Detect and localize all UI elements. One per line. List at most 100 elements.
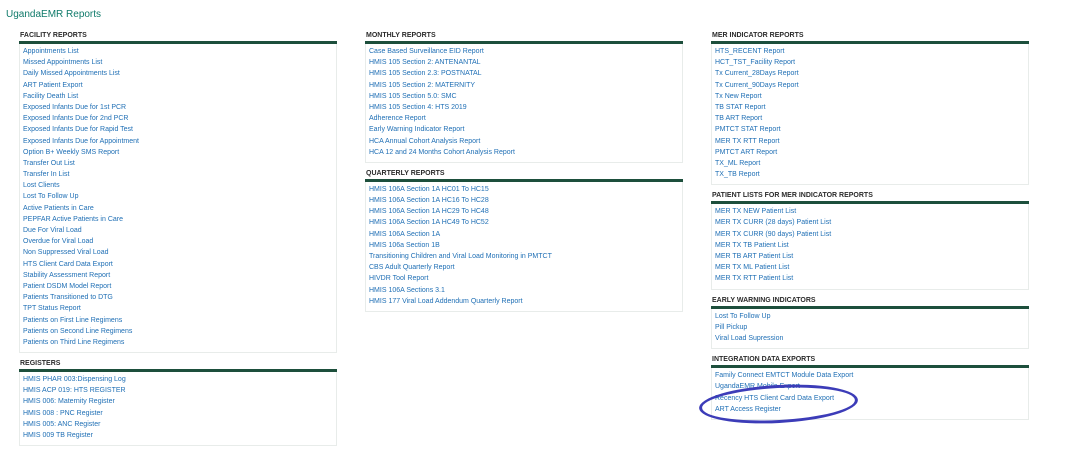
patient-lists-header: PATIENT LISTS FOR MER INDICATOR REPORTS	[711, 191, 1029, 205]
report-link-hct-tst-facility-report[interactable]: HCT_TST_Facility Report	[712, 57, 1028, 68]
patient-lists-list: MER TX NEW Patient List MER TX CURR (28 d…	[711, 204, 1029, 290]
report-link-stability-assessment-report[interactable]: Stability Assessment Report	[20, 270, 336, 281]
monthly-reports-list: Case Based Surveillance EID Report HMIS 1…	[365, 44, 683, 163]
report-link-mer-tx-rtt-report[interactable]: MER TX RTT Report	[712, 136, 1028, 147]
report-link-mer-tx-new-patient-list[interactable]: MER TX NEW Patient List	[712, 206, 1028, 217]
report-link-mer-tx-tb-patient-list[interactable]: MER TX TB Patient List	[712, 240, 1028, 251]
report-link-mer-tx-curr-90-days-patient-list[interactable]: MER TX CURR (90 days) Patient List	[712, 229, 1028, 240]
report-link-active-patients-in-care[interactable]: Active Patients in Care	[20, 203, 336, 214]
report-link-overdue-for-viral-load[interactable]: Overdue for Viral Load	[20, 236, 336, 247]
report-link-tx-current-28days-report[interactable]: Tx Current_28Days Report	[712, 68, 1028, 79]
report-link-hmis-105-section-2-3-postnatal[interactable]: HMIS 105 Section 2.3: POSTNATAL	[366, 68, 682, 79]
report-link-viral-load-supression[interactable]: Viral Load Supression	[712, 333, 1028, 344]
report-link-hmis-106a-sections-3-1[interactable]: HMIS 106A Sections 3.1	[366, 285, 682, 296]
report-link-lost-to-follow-up[interactable]: Lost To Follow Up	[20, 191, 336, 202]
report-link-pill-pickup[interactable]: Pill Pickup	[712, 322, 1028, 333]
report-link-transfer-in-list[interactable]: Transfer In List	[20, 169, 336, 180]
registers-list: HMIS PHAR 003:Dispensing Log HMIS ACP 019…	[19, 372, 337, 447]
report-link-non-suppressed-viral-load[interactable]: Non Suppressed Viral Load	[20, 247, 336, 258]
report-link-hmis-phar-003-dispensing-log[interactable]: HMIS PHAR 003:Dispensing Log	[20, 374, 336, 385]
report-link-facility-death-list[interactable]: Facility Death List	[20, 91, 336, 102]
report-link-tpt-status-report[interactable]: TPT Status Report	[20, 303, 336, 314]
report-link-hmis-106a-section-1a[interactable]: HMIS 106A Section 1A	[366, 229, 682, 240]
report-link-tx-new-report[interactable]: Tx New Report	[712, 91, 1028, 102]
report-link-patient-dsdm-model-report[interactable]: Patient DSDM Model Report	[20, 281, 336, 292]
report-link-pmtct-stat-report[interactable]: PMTCT STAT Report	[712, 124, 1028, 135]
report-link-hmis-106a-section-1a-hc01-to-hc15[interactable]: HMIS 106A Section 1A HC01 To HC15	[366, 184, 682, 195]
report-link-hts-client-card-data-export[interactable]: HTS Client Card Data Export	[20, 259, 336, 270]
report-link-exposed-infants-due-for-appointment[interactable]: Exposed Infants Due for Appointment	[20, 136, 336, 147]
report-link-hmis-acp-019-hts-register[interactable]: HMIS ACP 019: HTS REGISTER	[20, 385, 336, 396]
page-title: UgandaEMR Reports	[6, 9, 102, 20]
report-link-patients-on-third-line-regimens[interactable]: Patients on Third Line Regimens	[20, 337, 336, 348]
report-link-hmis-105-section-2-maternity[interactable]: HMIS 105 Section 2: MATERNITY	[366, 80, 682, 91]
report-link-exposed-infants-due-for-rapid-test[interactable]: Exposed Infants Due for Rapid Test	[20, 124, 336, 135]
report-link-daily-missed-appointments-list[interactable]: Daily Missed Appointments List	[20, 68, 336, 79]
registers-header: REGISTERS	[19, 359, 337, 373]
report-link-hmis-008-pnc-register[interactable]: HMIS 008 : PNC Register	[20, 408, 336, 419]
report-link-due-for-viral-load[interactable]: Due For Viral Load	[20, 225, 336, 236]
report-link-hca-12-and-24-months-cohort-analysis-report[interactable]: HCA 12 and 24 Months Cohort Analysis Rep…	[366, 147, 682, 158]
report-link-family-connect-emtct-module-data-export[interactable]: Family Connect EMTCT Module Data Export	[712, 370, 1028, 381]
report-link-cbs-adult-quarterly-report[interactable]: CBS Adult Quarterly Report	[366, 262, 682, 273]
report-link-hmis-106a-section-1a-hc49-to-hc52[interactable]: HMIS 106A Section 1A HC49 To HC52	[366, 217, 682, 228]
report-link-pepfar-active-patients-in-care[interactable]: PEPFAR Active Patients in Care	[20, 214, 336, 225]
report-link-appointments-list[interactable]: Appointments List	[20, 46, 336, 57]
report-link-exposed-infants-due-for-1st-pcr[interactable]: Exposed Infants Due for 1st PCR	[20, 102, 336, 113]
mer-indicator-reports-list: HTS_RECENT Report HCT_TST_Facility Report…	[711, 44, 1029, 186]
report-link-art-patient-export[interactable]: ART Patient Export	[20, 80, 336, 91]
report-link-lost-clients[interactable]: Lost Clients	[20, 180, 336, 191]
report-link-tx-tb-report[interactable]: TX_TB Report	[712, 169, 1028, 180]
report-link-early-warning-indicator-report[interactable]: Early Warning Indicator Report	[366, 124, 682, 135]
report-link-patients-on-second-line-regimens[interactable]: Patients on Second Line Regimens	[20, 326, 336, 337]
report-link-tx-ml-report[interactable]: TX_ML Report	[712, 158, 1028, 169]
report-link-hmis-009-tb-register[interactable]: HMIS 009 TB Register	[20, 430, 336, 441]
quarterly-reports-header: QUARTERLY REPORTS	[365, 169, 683, 182]
report-link-hts-recent-report[interactable]: HTS_RECENT Report	[712, 46, 1028, 57]
report-link-pmtct-art-report[interactable]: PMTCT ART Report	[712, 147, 1028, 158]
report-link-hmis-006-maternity-register[interactable]: HMIS 006: Maternity Register	[20, 396, 336, 407]
report-link-hmis-105-section-2-antenantal[interactable]: HMIS 105 Section 2: ANTENANTAL	[366, 57, 682, 68]
column-middle: MONTHLY REPORTS Case Based Surveillance …	[365, 31, 683, 312]
report-link-recency-hts-client-card-data-export[interactable]: Recency HTS Client Card Data Export	[712, 393, 1028, 404]
report-link-case-based-surveillance-eid-report[interactable]: Case Based Surveillance EID Report	[366, 46, 682, 57]
report-link-mer-tb-art-patient-list[interactable]: MER TB ART Patient List	[712, 251, 1028, 262]
report-link-option-b-weekly-sms-report[interactable]: Option B+ Weekly SMS Report	[20, 147, 336, 158]
report-link-tb-art-report[interactable]: TB ART Report	[712, 113, 1028, 124]
mer-indicator-reports-header: MER INDICATOR REPORTS	[711, 31, 1029, 44]
report-link-patients-transitioned-to-dtg[interactable]: Patients Transitioned to DTG	[20, 292, 336, 303]
facility-reports-list: Appointments List Missed Appointments Lis…	[19, 44, 337, 354]
report-link-hca-annual-cohort-analysis-report[interactable]: HCA Annual Cohort Analysis Report	[366, 136, 682, 147]
quarterly-reports-list: HMIS 106A Section 1A HC01 To HC15 HMIS 10…	[365, 181, 683, 312]
integration-exports-header: INTEGRATION DATA EXPORTS	[711, 355, 1029, 369]
report-link-ugandaemr-mobile-export[interactable]: UgandaEMR Mobile Export	[712, 381, 1028, 392]
column-left: FACILITY REPORTS Appointments List Missed…	[19, 31, 337, 447]
report-link-tb-stat-report[interactable]: TB STAT Report	[712, 102, 1028, 113]
report-link-mer-tx-curr-28-days-patient-list[interactable]: MER TX CURR (28 days) Patient List	[712, 217, 1028, 228]
report-link-exposed-infants-due-for-2nd-pcr[interactable]: Exposed Infants Due for 2nd PCR	[20, 113, 336, 124]
report-link-transitioning-children-and-viral-load-monitoring-in-pmtct[interactable]: Transitioning Children and Viral Load Mo…	[366, 251, 682, 262]
report-link-patients-on-first-line-regimens[interactable]: Patients on First Line Regimens	[20, 315, 336, 326]
report-link-art-access-register[interactable]: ART Access Register	[712, 404, 1028, 415]
early-warning-list: Lost To Follow Up Pill Pickup Viral Load S…	[711, 308, 1029, 350]
report-link-hmis-105-section-4-hts-2019[interactable]: HMIS 105 Section 4: HTS 2019	[366, 102, 682, 113]
report-link-lost-to-follow-up[interactable]: Lost To Follow Up	[712, 311, 1028, 322]
report-link-missed-appointments-list[interactable]: Missed Appointments List	[20, 57, 336, 68]
report-link-tx-current-90days-report[interactable]: Tx Current_90Days Report	[712, 80, 1028, 91]
report-link-hmis-106a-section-1b[interactable]: HMIS 106a Section 1B	[366, 240, 682, 251]
report-link-hmis-177-viral-load-addendum-quarterly-report[interactable]: HMIS 177 Viral Load Addendum Quarterly R…	[366, 296, 682, 307]
report-link-hmis-105-section-5-0-smc[interactable]: HMIS 105 Section 5.0: SMC	[366, 91, 682, 102]
report-link-hmis-005-anc-register[interactable]: HMIS 005: ANC Register	[20, 419, 336, 430]
integration-exports-list: Family Connect EMTCT Module Data Export U…	[711, 368, 1029, 420]
column-right: MER INDICATOR REPORTS HTS_RECENT Report H…	[711, 31, 1029, 420]
report-link-hmis-106a-section-1a-hc29-to-hc48[interactable]: HMIS 106A Section 1A HC29 To HC48	[366, 206, 682, 217]
report-link-adherence-report[interactable]: Adherence Report	[366, 113, 682, 124]
report-link-transfer-out-list[interactable]: Transfer Out List	[20, 158, 336, 169]
report-link-mer-tx-ml-patient-list[interactable]: MER TX ML Patient List	[712, 262, 1028, 273]
monthly-reports-header: MONTHLY REPORTS	[365, 31, 683, 44]
facility-reports-header: FACILITY REPORTS	[19, 31, 337, 44]
early-warning-header: EARLY WARNING INDICATORS	[711, 296, 1029, 309]
report-link-hivdr-tool-report[interactable]: HIVDR Tool Report	[366, 273, 682, 284]
report-link-hmis-106a-section-1a-hc16-to-hc28[interactable]: HMIS 106A Section 1A HC16 To HC28	[366, 195, 682, 206]
report-link-mer-tx-rtt-patient-list[interactable]: MER TX RTT Patient List	[712, 273, 1028, 284]
